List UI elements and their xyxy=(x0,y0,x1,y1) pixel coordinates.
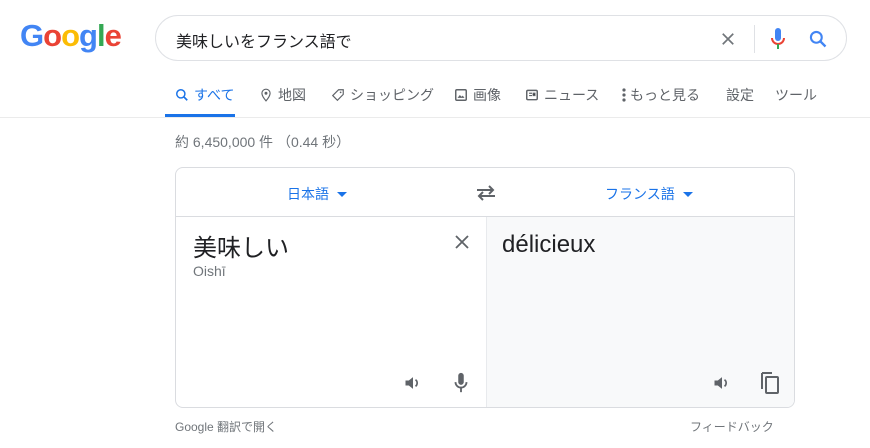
tab-label: すべて xyxy=(194,87,235,103)
active-tab-indicator xyxy=(165,114,235,117)
tab-settings[interactable]: 設定 xyxy=(726,85,754,105)
language-bar: 日本語 フランス語 xyxy=(176,168,794,217)
listen-source-icon[interactable] xyxy=(401,371,425,395)
source-text[interactable]: 美味しい xyxy=(193,228,289,263)
tab-label: 設定 xyxy=(726,87,754,103)
tag-icon xyxy=(331,89,344,102)
open-in-translate-link[interactable]: Google 翻訳で開く xyxy=(175,418,277,435)
google-logo[interactable]: Google xyxy=(20,18,122,54)
search-icon[interactable] xyxy=(806,27,830,51)
tab-tools[interactable]: ツール xyxy=(775,85,817,105)
caret-down-icon xyxy=(337,191,347,197)
search-input[interactable]: 美味しいをフランス語で xyxy=(176,28,352,52)
clear-source-icon[interactable] xyxy=(450,230,474,254)
swap-languages-icon[interactable] xyxy=(474,181,498,205)
tab-label: ツール xyxy=(775,87,817,103)
search-tabs: すべて 地図 ショッピング 画像 ニュース もっと見る 設定 ツール xyxy=(0,75,870,118)
tab-label: ショッピング xyxy=(350,87,434,103)
image-icon xyxy=(455,89,467,101)
target-language-select[interactable]: フランス語 xyxy=(605,184,693,204)
more-vert-icon xyxy=(622,88,626,102)
search-icon xyxy=(176,89,188,101)
tab-shopping[interactable]: ショッピング xyxy=(331,85,434,105)
map-pin-icon xyxy=(261,88,271,102)
romanization: Oishī xyxy=(193,263,226,279)
tab-images[interactable]: 画像 xyxy=(454,85,501,105)
listen-translation-icon[interactable] xyxy=(710,371,734,395)
mic-icon[interactable] xyxy=(449,371,473,395)
divider xyxy=(754,25,755,53)
tab-label: 画像 xyxy=(473,87,501,103)
tab-more[interactable]: もっと見る xyxy=(621,85,700,105)
translated-text: délicieux xyxy=(502,231,596,258)
tab-label: 地図 xyxy=(278,87,306,103)
tab-news[interactable]: ニュース xyxy=(525,85,599,105)
tab-label: ニュース xyxy=(544,87,600,103)
target-language-label: フランス語 xyxy=(605,186,675,202)
clear-icon[interactable] xyxy=(716,27,740,51)
tab-maps[interactable]: 地図 xyxy=(259,85,306,105)
caret-down-icon xyxy=(682,191,693,197)
source-language-select[interactable]: 日本語 xyxy=(287,184,347,204)
mic-icon[interactable] xyxy=(766,26,790,52)
source-language-label: 日本語 xyxy=(287,186,329,202)
translate-card: 日本語 フランス語 美味しい Oishī délicieux xyxy=(175,167,795,408)
news-icon xyxy=(526,89,538,101)
result-stats: 約 6,450,000 件 （0.44 秒） xyxy=(175,134,351,150)
copy-icon[interactable] xyxy=(758,370,782,396)
search-box[interactable]: 美味しいをフランス語で xyxy=(155,15,847,61)
feedback-link[interactable]: フィードバック xyxy=(690,418,774,435)
tab-all[interactable]: すべて xyxy=(175,85,234,105)
tab-label: もっと見る xyxy=(630,87,700,103)
